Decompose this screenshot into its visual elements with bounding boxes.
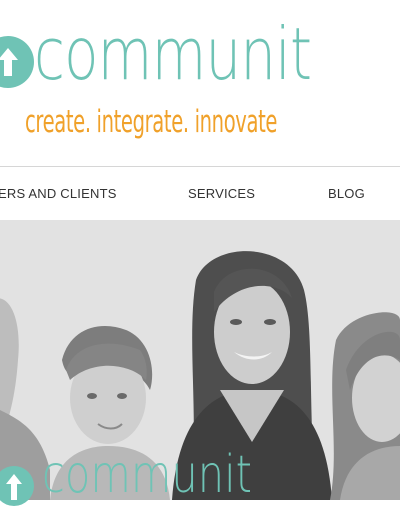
hero-overlay-logo: communit <box>0 446 252 506</box>
nav-item-partners-and-clients[interactable]: ERS AND CLIENTS <box>0 186 117 201</box>
logo-tagline: create. integrate. innovate <box>25 104 278 140</box>
nav-item-services[interactable]: SERVICES <box>188 186 255 201</box>
logo-wordmark[interactable]: communit <box>34 14 312 94</box>
hero-logo-icon <box>0 466 34 506</box>
site-header: communit create. integrate. innovate <box>0 0 400 166</box>
hero-logo-wordmark: communit <box>42 445 252 505</box>
nav-item-blog[interactable]: BLOG <box>328 186 365 201</box>
logo-icon[interactable] <box>0 36 34 88</box>
main-navigation: ERS AND CLIENTS SERVICES BLOG <box>0 166 400 221</box>
